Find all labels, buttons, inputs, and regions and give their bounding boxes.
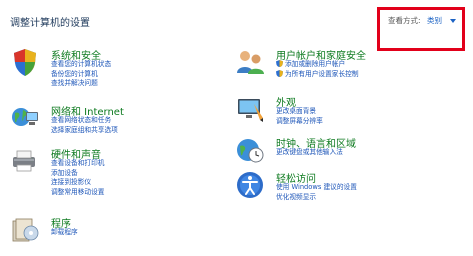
users-icon[interactable] — [235, 47, 265, 77]
link-connect-projector[interactable]: 连接到投影仪 — [51, 178, 105, 188]
link-uninstall-program[interactable]: 卸载程序 — [51, 228, 78, 238]
link-mobility-settings[interactable]: 调整常用移动设置 — [51, 188, 105, 198]
link-parental-controls[interactable]: 为所有用户设置家长控制 — [276, 69, 359, 80]
link-network-status-tasks[interactable]: 查看网络状态和任务 — [51, 116, 118, 126]
uac-shield-icon — [276, 69, 283, 77]
link-view-computer-status[interactable]: 查看您的计算机状态 — [51, 60, 111, 70]
accessibility-icon[interactable] — [235, 170, 265, 200]
link-homegroup-sharing[interactable]: 选择家庭组和共享选项 — [51, 126, 118, 136]
view-by-dropdown[interactable]: 类别 — [427, 15, 442, 26]
link-backup-computer[interactable]: 备份您的计算机 — [51, 70, 111, 80]
link-devices-printers[interactable]: 查看设备和打印机 — [51, 159, 105, 169]
chevron-down-icon[interactable] — [450, 19, 456, 23]
appearance-icon[interactable] — [235, 94, 265, 124]
uac-shield-icon — [276, 60, 283, 67]
link-change-keyboard-input[interactable]: 更改键盘或其他输入法 — [276, 148, 343, 158]
link-find-fix-problems[interactable]: 查找并解决问题 — [51, 79, 111, 89]
link-add-remove-accounts[interactable]: 添加或删除用户帐户 — [276, 60, 359, 70]
shield-icon[interactable] — [10, 47, 40, 77]
link-adjust-resolution[interactable]: 调整屏幕分辨率 — [276, 117, 323, 127]
page-title: 调整计算机的设置 — [10, 18, 90, 29]
link-optimize-display[interactable]: 优化视频显示 — [276, 193, 357, 203]
view-by-highlight: 查看方式: 类别 — [377, 7, 465, 51]
link-change-background[interactable]: 更改桌面背景 — [276, 107, 323, 117]
link-add-device[interactable]: 添加设备 — [51, 169, 105, 179]
view-by-label: 查看方式: — [388, 16, 421, 25]
clock-globe-icon[interactable] — [235, 135, 265, 165]
programs-icon[interactable] — [10, 215, 40, 245]
printer-icon[interactable] — [10, 146, 40, 176]
globe-network-icon[interactable] — [10, 103, 40, 133]
link-windows-recommended[interactable]: 使用 Windows 建议的设置 — [276, 183, 357, 193]
